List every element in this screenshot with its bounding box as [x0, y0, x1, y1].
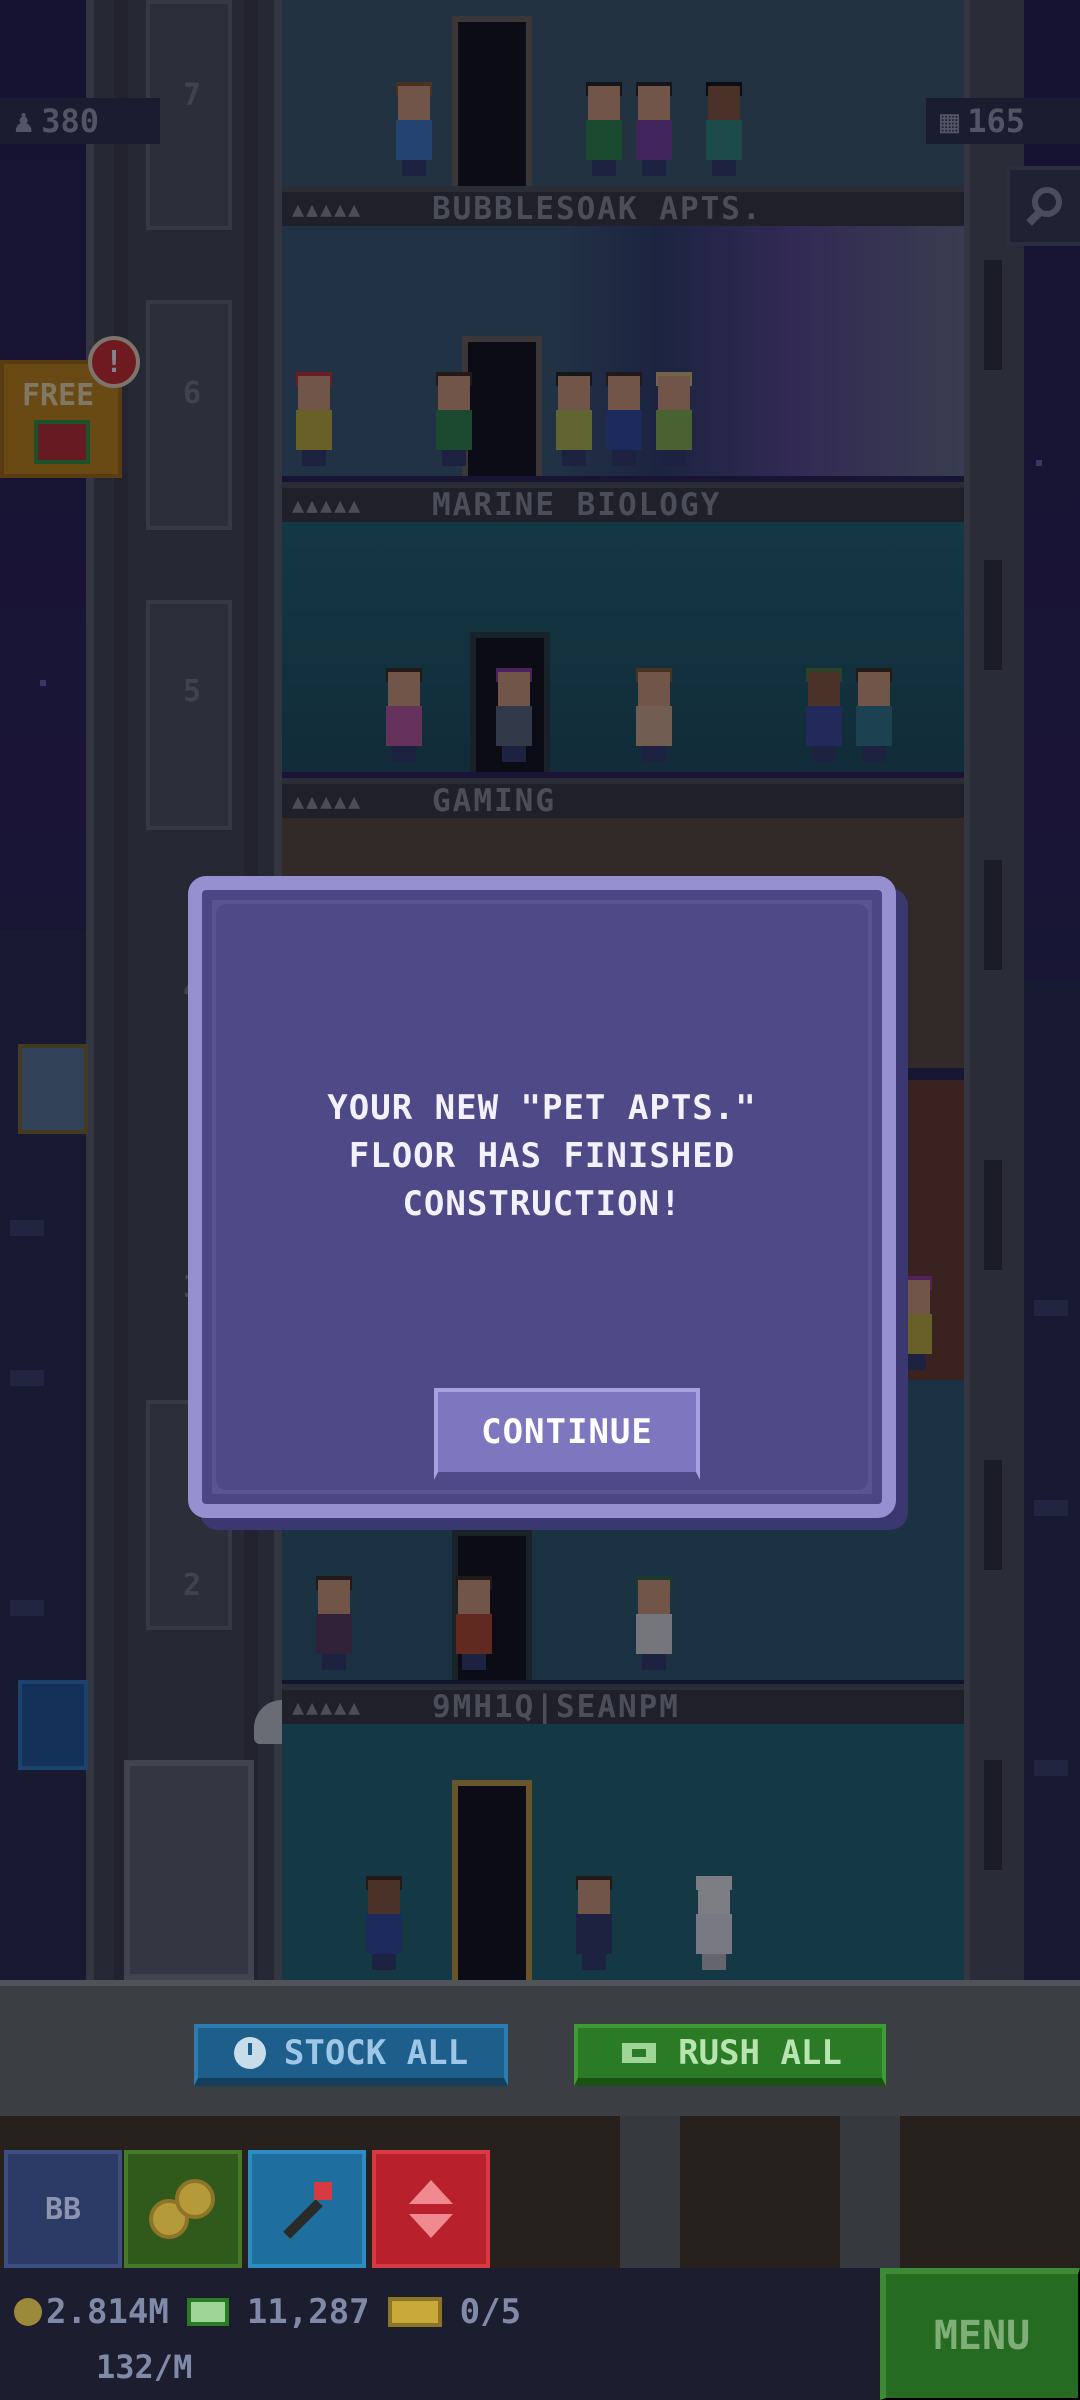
stock-all-button[interactable]: STOCK ALL [194, 2024, 508, 2086]
status-bar: 2.814M 11,287 0/5 132/M MENU [0, 2268, 1080, 2400]
menu-button[interactable]: MENU [880, 2268, 1080, 2400]
coins-value: 2.814M [46, 2292, 169, 2332]
coins-button[interactable] [124, 2150, 242, 2268]
income-rate: 132/M [96, 2348, 193, 2386]
bitbook-label: BB [44, 2191, 82, 2227]
rush-all-label: RUSH ALL [678, 2033, 842, 2073]
action-bar: STOCK ALL RUSH ALL [0, 1980, 1080, 2116]
elevator-icon [409, 2180, 453, 2238]
dialog-panel: YOUR NEW "PET APTS." FLOOR HAS FINISHED … [216, 904, 868, 1490]
ticket-icon [387, 2297, 442, 2327]
coins-icon [143, 2169, 223, 2249]
construction-complete-dialog: YOUR NEW "PET APTS." FLOOR HAS FINISHED … [188, 876, 896, 1518]
elevator-button[interactable] [372, 2150, 490, 2268]
currency-row: 2.814M 11,287 0/5 [14, 2292, 521, 2332]
bitbook-button[interactable]: BB [4, 2150, 122, 2268]
lobby-pillar [840, 2116, 900, 2268]
continue-button[interactable]: CONTINUE [434, 1388, 700, 1480]
tickets-value: 0/5 [459, 2292, 522, 2332]
wand-icon [283, 2182, 332, 2239]
stock-all-label: STOCK ALL [283, 2033, 469, 2073]
bux-icon [186, 2298, 229, 2326]
bux-value: 11,287 [246, 2292, 370, 2332]
coin-icon [14, 2298, 42, 2326]
clock-icon [233, 2037, 266, 2069]
lobby-pillar [620, 2116, 680, 2268]
rush-all-button[interactable]: RUSH ALL [574, 2024, 886, 2086]
money-icon [618, 2039, 661, 2067]
tool-bar: BB [0, 2116, 1080, 2268]
build-wand-button[interactable] [248, 2150, 366, 2268]
dialog-message: YOUR NEW "PET APTS." FLOOR HAS FINISHED … [327, 1088, 757, 1224]
